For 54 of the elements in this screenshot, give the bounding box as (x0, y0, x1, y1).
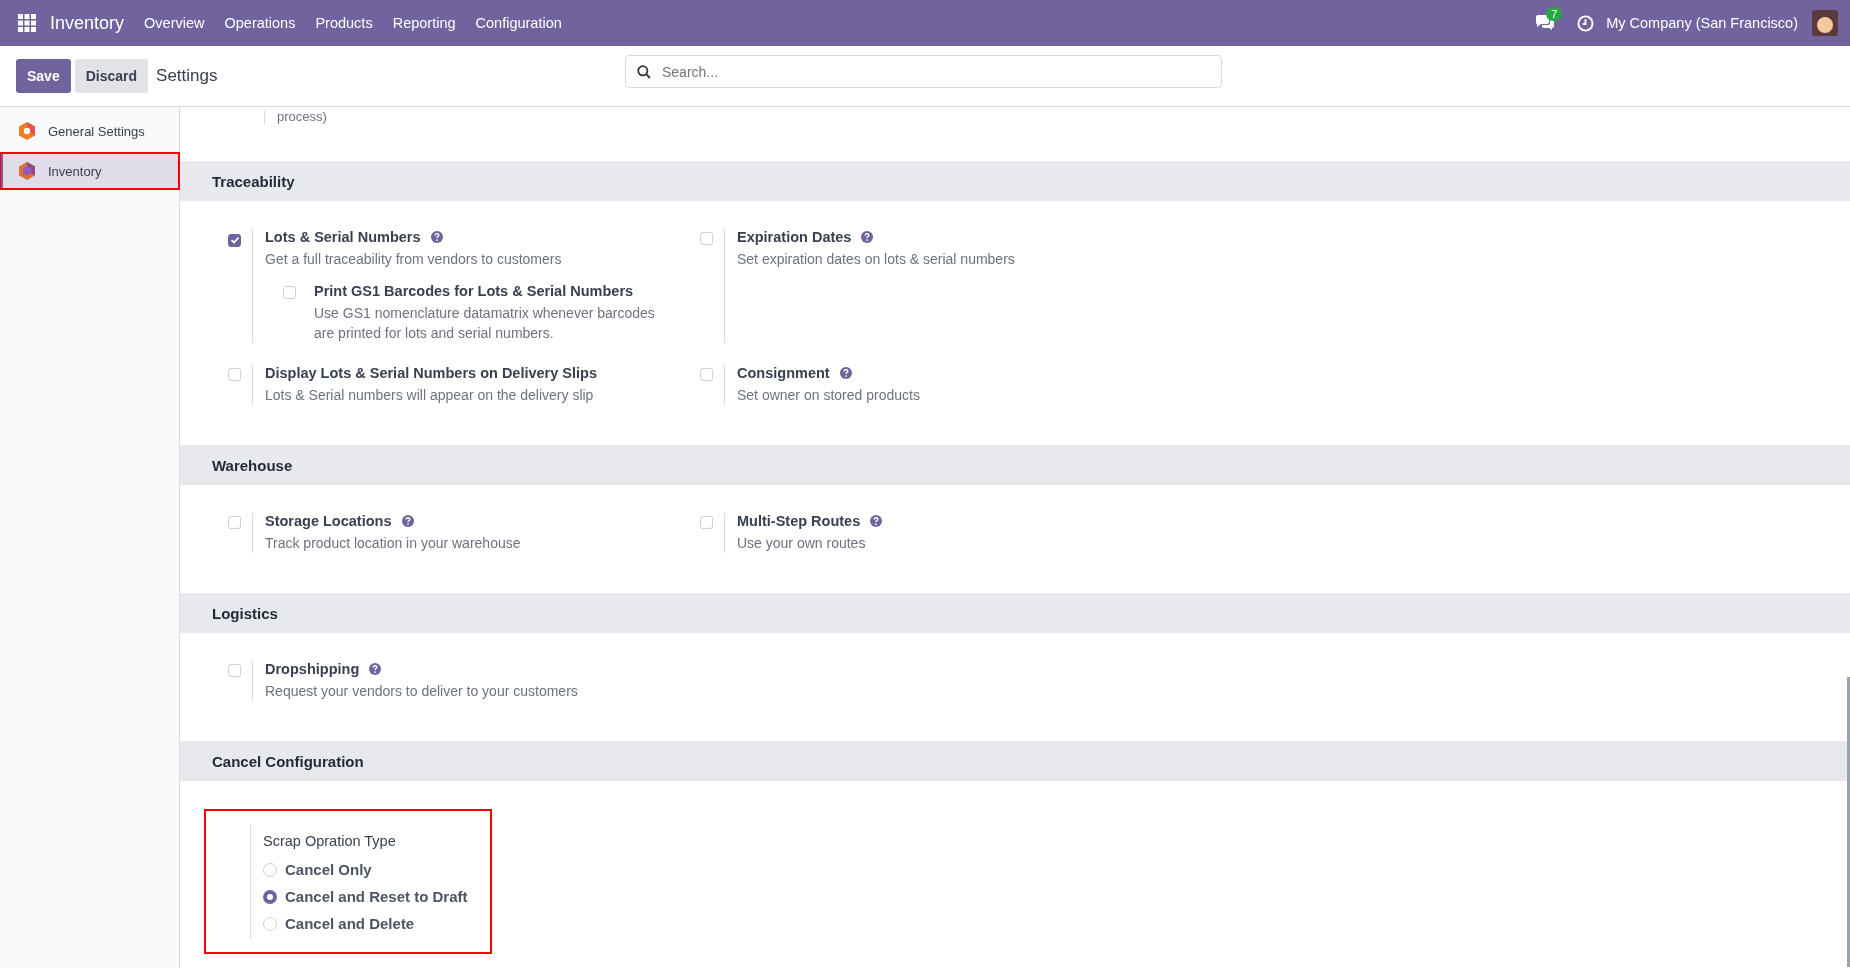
sidebar-item[interactable]: General Settings (0, 113, 179, 149)
menu-item[interactable]: Reporting (392, 15, 456, 31)
checkbox[interactable] (228, 233, 241, 247)
app-name[interactable]: Inventory (50, 12, 125, 34)
help-icon[interactable] (401, 515, 414, 527)
help-icon[interactable] (430, 231, 443, 243)
setting-description: Use your own routes (737, 534, 867, 553)
hexagon-icon (18, 162, 36, 180)
save-button[interactable]: Save (16, 59, 71, 93)
radio-label[interactable]: Cancel and Reset to Draft (285, 888, 468, 905)
help-icon[interactable] (861, 231, 874, 243)
setting-title: Print GS1 Barcodes for Lots & Serial Numbers (314, 283, 635, 299)
section-header: Cancel Configuration (180, 741, 1850, 781)
setting-description: process) (264, 110, 327, 124)
setting-title: Expiration Dates (737, 229, 852, 245)
setting-description: Use GS1 nomenclature datamatrix whenever barcodes are printed for lots and serial numbers. (314, 304, 656, 343)
radio-label[interactable]: Cancel Only (285, 861, 372, 878)
hexagon-icon (18, 122, 36, 140)
setting-description: Request your vendors to deliver to your customers (265, 682, 578, 701)
section-header: Traceability (180, 161, 1850, 201)
help-icon[interactable] (369, 663, 382, 675)
setting-description: Set owner on stored products (737, 386, 920, 405)
setting-description: Lots & Serial numbers will appear on the delivery slip (265, 386, 595, 405)
discard-button[interactable]: Discard (74, 59, 149, 93)
app-grid-icon[interactable] (18, 14, 36, 32)
avatar-icon[interactable] (1812, 10, 1838, 36)
setting-description: Track product location in your warehouse (265, 534, 521, 553)
setting-title: Scrap Opration Type (263, 833, 397, 849)
setting-title: Multi-Step Routes (737, 513, 861, 529)
setting-title: Storage Locations (265, 513, 392, 529)
setting-title: Consignment (737, 365, 830, 381)
setting-title: Dropshipping (265, 661, 360, 677)
section-header: Warehouse (180, 445, 1850, 485)
search-icon (637, 65, 651, 79)
menu-item[interactable]: Overview (144, 15, 205, 31)
setting-title: Lots & Serial Numbers (265, 229, 421, 245)
sidebar-item[interactable]: Inventory (0, 153, 179, 189)
radio-label[interactable]: Cancel and Delete (285, 915, 415, 932)
setting-description: Get a full traceability from vendors to customers (265, 250, 563, 269)
menu-item[interactable]: Operations (224, 15, 296, 31)
page-title: Settings (156, 66, 218, 86)
company-switcher[interactable]: My Company (San Francisco) (1606, 15, 1798, 31)
help-icon[interactable] (870, 515, 883, 527)
scrollbar[interactable] (1847, 677, 1850, 967)
radio-button[interactable] (263, 889, 277, 904)
clock-icon[interactable] (1577, 14, 1595, 32)
help-icon[interactable] (839, 367, 852, 379)
setting-description: Set expiration dates on lots & serial numbers (737, 250, 1015, 269)
menu-item[interactable]: Configuration (475, 15, 562, 31)
menu-item[interactable]: Products (315, 15, 373, 31)
section-header: Logistics (180, 593, 1850, 633)
message-count-badge: 7 (1546, 7, 1563, 21)
search-field[interactable]: Search... (625, 55, 1222, 88)
setting-title: Display Lots & Serial Numbers on Delivery Slips (265, 365, 597, 381)
